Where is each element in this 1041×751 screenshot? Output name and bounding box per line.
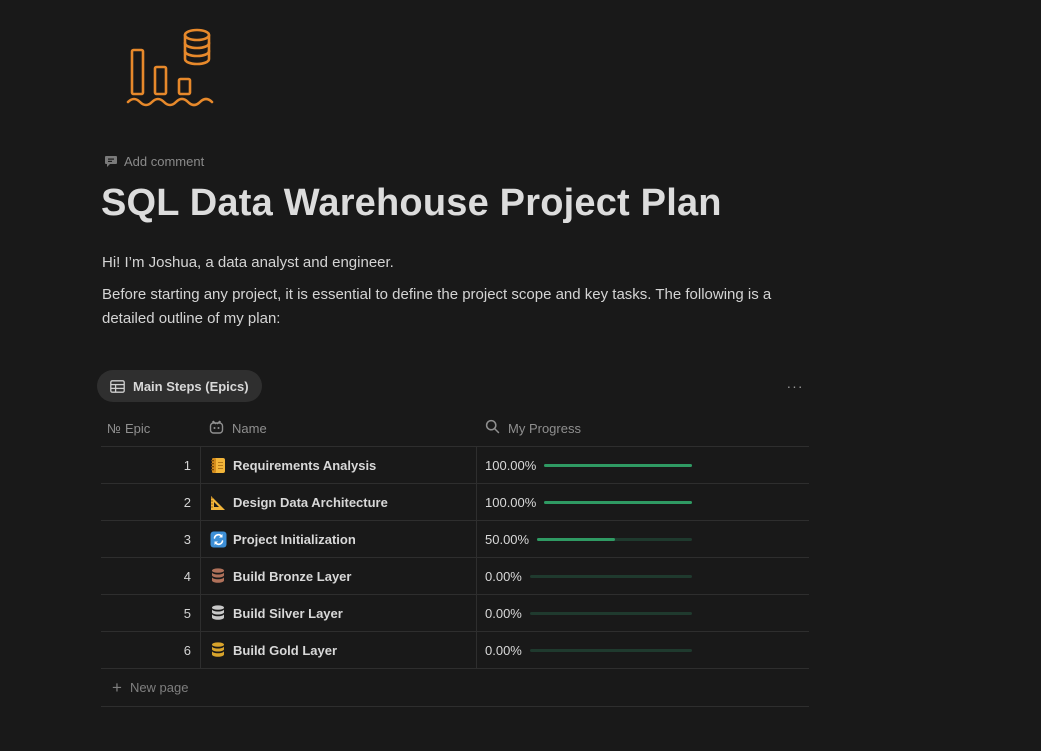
- progress-cell[interactable]: 0.00%: [477, 558, 809, 594]
- table-row[interactable]: 5 Build Silver Layer 0.00%: [101, 595, 809, 632]
- database-bronze-icon: [209, 567, 227, 585]
- page-title[interactable]: SQL Data Warehouse Project Plan: [101, 182, 722, 225]
- epic-number-cell[interactable]: 6: [101, 632, 201, 668]
- progress-percent: 100.00%: [485, 494, 537, 510]
- column-header-progress-label: My Progress: [508, 420, 581, 436]
- progress-bar-fill: [544, 500, 693, 504]
- progress-percent: 100.00%: [485, 457, 537, 473]
- new-page-button[interactable]: + New page: [101, 669, 809, 707]
- table-row[interactable]: 3 Project Initialization 50.00%: [101, 521, 809, 558]
- comment-icon: [104, 154, 118, 168]
- new-page-label: New page: [129, 680, 189, 695]
- triangular-ruler-icon: [209, 493, 227, 511]
- name-cell[interactable]: Design Data Architecture: [201, 484, 477, 520]
- progress-bar: [529, 611, 692, 615]
- epic-number-cell[interactable]: 1: [101, 447, 201, 483]
- progress-cell[interactable]: 100.00%: [477, 447, 809, 483]
- progress-bar-fill: [537, 537, 615, 541]
- arrows-refresh-icon: [209, 530, 227, 548]
- epic-number-cell[interactable]: 4: [101, 558, 201, 594]
- more-options-button[interactable]: ···: [782, 376, 808, 396]
- progress-bar-fill: [544, 463, 693, 467]
- column-header-name-label: Name: [232, 420, 267, 436]
- progress-bar: [544, 500, 693, 504]
- add-comment-button[interactable]: Add comment: [104, 151, 204, 171]
- name-cell[interactable]: Project Initialization: [201, 521, 477, 557]
- page-property-icon: [209, 420, 224, 437]
- progress-bar: [544, 463, 693, 467]
- progress-cell[interactable]: 100.00%: [477, 484, 809, 520]
- view-tab-main-steps[interactable]: Main Steps (Epics): [97, 370, 262, 402]
- database-silver-icon: [209, 604, 227, 622]
- bar-chart-database-icon[interactable]: [124, 24, 216, 112]
- column-header-name[interactable]: Name: [201, 410, 477, 446]
- table-row[interactable]: 6 Build Gold Layer 0.00%: [101, 632, 809, 669]
- progress-bar: [529, 574, 692, 578]
- row-name-label: Project Initialization: [233, 531, 356, 547]
- table-row[interactable]: 1 Requirements Analysis 100.00%: [101, 447, 809, 484]
- row-name-label: Build Gold Layer: [233, 642, 338, 658]
- progress-percent: 0.00%: [485, 605, 522, 621]
- plus-icon: +: [112, 678, 122, 697]
- name-cell[interactable]: Build Gold Layer: [201, 632, 477, 668]
- progress-bar: [529, 648, 692, 652]
- progress-percent: 0.00%: [485, 568, 522, 584]
- row-name-label: Design Data Architecture: [233, 494, 388, 510]
- epic-number-cell[interactable]: 3: [101, 521, 201, 557]
- epic-number-cell[interactable]: 5: [101, 595, 201, 631]
- progress-bar: [537, 537, 693, 541]
- number-property-icon: №: [107, 420, 121, 436]
- progress-percent: 0.00%: [485, 642, 522, 658]
- name-cell[interactable]: Build Silver Layer: [201, 595, 477, 631]
- column-header-progress[interactable]: My Progress: [477, 410, 809, 446]
- notebook-icon: [209, 456, 227, 474]
- database-gold-icon: [209, 641, 227, 659]
- epic-number-cell[interactable]: 2: [101, 484, 201, 520]
- progress-percent: 50.00%: [485, 531, 530, 547]
- row-name-label: Requirements Analysis: [233, 457, 377, 473]
- column-header-epic-label: Epic: [124, 420, 151, 436]
- progress-cell[interactable]: 0.00%: [477, 632, 809, 668]
- table-header: № Epic Name My Progress: [101, 410, 809, 447]
- add-comment-label: Add comment: [124, 153, 205, 169]
- row-name-label: Build Bronze Layer: [233, 568, 352, 584]
- row-name-label: Build Silver Layer: [233, 605, 343, 621]
- intro-paragraph-1[interactable]: Hi! I’m Joshua, a data analyst and engin…: [102, 251, 802, 275]
- view-tab-label: Main Steps (Epics): [133, 378, 249, 394]
- name-cell[interactable]: Build Bronze Layer: [201, 558, 477, 594]
- column-header-epic[interactable]: № Epic: [101, 410, 201, 446]
- name-cell[interactable]: Requirements Analysis: [201, 447, 477, 483]
- page: Add comment SQL Data Warehouse Project P…: [0, 0, 1041, 751]
- progress-cell[interactable]: 50.00%: [477, 521, 809, 557]
- table-row[interactable]: 2 Design Data Architecture 100.00%: [101, 484, 809, 521]
- intro-paragraph-2[interactable]: Before starting any project, it is essen…: [102, 283, 808, 331]
- table-icon: [110, 379, 125, 393]
- table-row[interactable]: 4 Build Bronze Layer 0.00%: [101, 558, 809, 595]
- database-table: № Epic Name My Progress 1 Requirements A…: [101, 410, 809, 707]
- progress-cell[interactable]: 0.00%: [477, 595, 809, 631]
- search-icon: [485, 419, 500, 437]
